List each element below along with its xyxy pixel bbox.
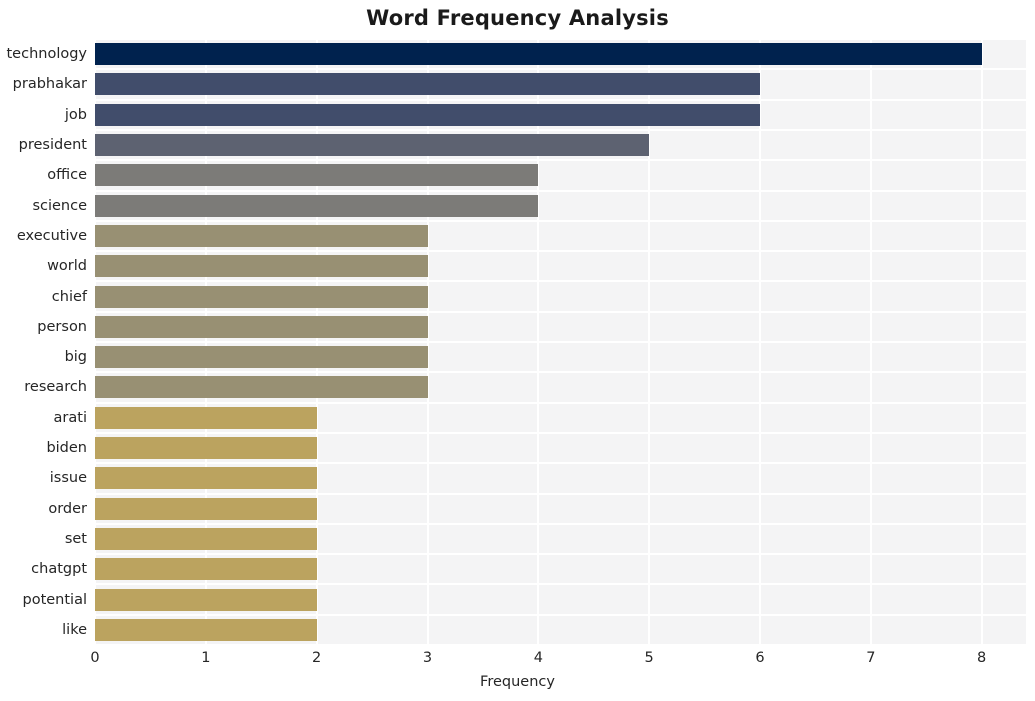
y-tick-potential: potential: [22, 591, 88, 608]
x-tick-1: 1: [201, 650, 211, 666]
y-tick-set: set: [64, 530, 87, 547]
y-tick-job: job: [64, 106, 87, 123]
y-tick-issue: issue: [49, 470, 87, 487]
y-tick-world: world: [47, 258, 87, 275]
x-tick-2: 2: [312, 650, 322, 666]
y-tick-biden: biden: [46, 440, 87, 457]
y-tick-chatgpt: chatgpt: [31, 561, 87, 578]
x-tick-5: 5: [644, 650, 654, 666]
y-axis-tick-labels: technology prabhakar job president office sci…: [0, 39, 1035, 645]
y-tick-prabhakar: prabhakar: [12, 76, 87, 93]
x-tick-3: 3: [422, 650, 433, 666]
y-tick-science: science: [32, 197, 87, 214]
x-tick-6: 6: [755, 650, 765, 666]
x-tick-0: 0: [90, 650, 100, 666]
y-tick-big: big: [64, 349, 87, 366]
y-tick-technology: technology: [6, 46, 87, 63]
y-tick-person: person: [37, 318, 87, 335]
y-tick-president: president: [18, 137, 87, 154]
word-frequency-chart: Word Frequency Analysis technology prabha…: [0, 0, 1035, 701]
y-tick-like: like: [62, 621, 87, 638]
x-tick-7: 7: [866, 650, 876, 666]
x-tick-8: 8: [977, 650, 987, 666]
x-axis-title: Frequency: [480, 674, 555, 690]
x-tick-4: 4: [533, 650, 543, 666]
y-tick-executive: executive: [16, 227, 87, 244]
y-tick-order: order: [48, 500, 87, 517]
y-tick-office: office: [47, 167, 87, 184]
chart-title: Word Frequency Analysis: [366, 6, 669, 30]
y-tick-research: research: [24, 379, 87, 396]
y-tick-arati: arati: [53, 409, 87, 426]
y-tick-chief: chief: [51, 288, 87, 305]
